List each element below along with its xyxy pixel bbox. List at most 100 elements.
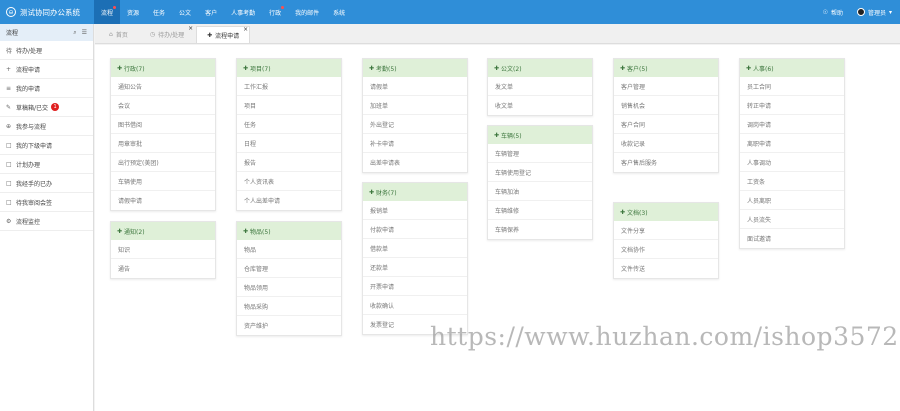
topnav-item-7[interactable]: 我的邮件: [288, 0, 326, 24]
close-icon[interactable]: ×: [188, 25, 193, 32]
process-link[interactable]: 人事调动: [740, 153, 844, 172]
process-link[interactable]: 开票申请: [363, 277, 467, 296]
topnav-item-4[interactable]: 客户: [198, 0, 224, 24]
menu-icon[interactable]: ☰: [82, 29, 87, 37]
process-link[interactable]: 报告: [237, 153, 341, 172]
category-card-8: ✚ 财务(7) 报销单 付款申请 借款单 还款单 开票申请 收款确认 发票登记: [362, 182, 468, 335]
process-link[interactable]: 项目: [237, 96, 341, 115]
topnav-item-1[interactable]: 资源: [120, 0, 146, 24]
sidebar-item-label: 我的下级申请: [16, 142, 53, 150]
process-link[interactable]: 仓库管理: [237, 259, 341, 278]
process-link[interactable]: 付款申请: [363, 220, 467, 239]
process-link[interactable]: 发文单: [488, 77, 592, 96]
process-link[interactable]: 请假单: [363, 77, 467, 96]
process-link[interactable]: 出差申请表: [363, 153, 467, 172]
process-link[interactable]: 收款确认: [363, 296, 467, 315]
process-link[interactable]: 面试邀请: [740, 229, 844, 248]
process-link[interactable]: 个人资讯表: [237, 172, 341, 191]
process-link[interactable]: 请假申请: [111, 191, 215, 210]
process-link[interactable]: 还款单: [363, 258, 467, 277]
app-brand[interactable]: ⊖ 测试协同办公系统: [0, 7, 94, 18]
top-right-tools: ☉ 帮助 管理员 ▾: [823, 0, 892, 24]
plus-icon: ✚: [369, 188, 375, 196]
process-link[interactable]: 个人出差申请: [237, 191, 341, 210]
topnav-item-5[interactable]: 人事考勤: [224, 0, 262, 24]
process-link[interactable]: 会议: [111, 96, 215, 115]
process-link[interactable]: 销售机会: [614, 96, 718, 115]
close-icon[interactable]: ×: [243, 26, 248, 33]
process-link[interactable]: 人员离职: [740, 191, 844, 210]
process-link[interactable]: 日程: [237, 134, 341, 153]
help-link[interactable]: ☉ 帮助: [823, 8, 843, 17]
sidebar-item-6[interactable]: □ 计划办理: [0, 155, 93, 174]
process-link[interactable]: 通知公告: [111, 77, 215, 96]
search-icon[interactable]: ⌕: [73, 29, 76, 37]
process-link[interactable]: 任务: [237, 115, 341, 134]
sidebar-item-icon: 待: [6, 47, 13, 55]
process-link[interactable]: 车辆使用登记: [488, 163, 592, 182]
topnav-item-8[interactable]: 系统: [326, 0, 352, 24]
process-link[interactable]: 文件分享: [614, 221, 718, 240]
process-link[interactable]: 文件传送: [614, 259, 718, 278]
process-link[interactable]: 工资条: [740, 172, 844, 191]
process-link[interactable]: 人员流失: [740, 210, 844, 229]
process-link[interactable]: 通告: [111, 259, 215, 278]
process-link[interactable]: 收款记录: [614, 134, 718, 153]
sidebar-item-8[interactable]: □ 待我审阅会签: [0, 193, 93, 212]
sidebar-item-9[interactable]: ⚙ 流程监控: [0, 212, 93, 231]
top-navigation: 流程 资源 任务 公文 客户 人事考勤 行政 我的邮件 系统: [94, 0, 352, 24]
topnav-item-2[interactable]: 任务: [146, 0, 172, 24]
sidebar-item-1[interactable]: + 流程申请: [0, 60, 93, 79]
sidebar-item-icon: □: [6, 198, 12, 206]
process-link[interactable]: 报销单: [363, 201, 467, 220]
tab-0[interactable]: ⌂ 首页: [99, 26, 138, 43]
process-link[interactable]: 客户管理: [614, 77, 718, 96]
process-link[interactable]: 外出登记: [363, 115, 467, 134]
plus-icon: ✚: [494, 131, 500, 139]
topnav-item-0[interactable]: 流程: [94, 0, 121, 24]
sidebar-item-0[interactable]: 待待办/处理: [0, 41, 93, 60]
process-link[interactable]: 补卡申请: [363, 134, 467, 153]
process-link[interactable]: 物品采购: [237, 297, 341, 316]
process-link[interactable]: 车辆使用: [111, 172, 215, 191]
process-link[interactable]: 转正申请: [740, 96, 844, 115]
category-title: 物品(5): [250, 228, 271, 236]
tab-1[interactable]: ◷ 待办/处理 ×: [140, 25, 194, 43]
process-link[interactable]: 客户售后服务: [614, 153, 718, 172]
sidebar-item-3[interactable]: ✎ 草稿箱/已交 1: [0, 98, 93, 117]
sidebar-item-5[interactable]: □ 我的下级申请: [0, 136, 93, 155]
process-link[interactable]: 车辆保养: [488, 220, 592, 239]
process-link[interactable]: 客户合同: [614, 115, 718, 134]
process-link[interactable]: 工作汇报: [237, 77, 341, 96]
sidebar-item-4[interactable]: ⊕ 我参与流程: [0, 117, 93, 136]
process-link[interactable]: 文档协作: [614, 240, 718, 259]
process-link[interactable]: 资产维护: [237, 316, 341, 335]
sidebar-item-7[interactable]: □ 我经手的已办: [0, 174, 93, 193]
process-link[interactable]: 知识: [111, 240, 215, 259]
topnav-item-6[interactable]: 行政: [262, 0, 288, 24]
user-menu[interactable]: 管理员 ▾: [856, 8, 892, 17]
tab-icon: ◷: [149, 31, 156, 38]
process-link[interactable]: 用章审批: [111, 134, 215, 153]
process-link[interactable]: 出行预定(美团): [111, 153, 215, 172]
process-link[interactable]: 借款单: [363, 239, 467, 258]
topnav-item-3[interactable]: 公文: [172, 0, 198, 24]
process-link[interactable]: 调岗申请: [740, 115, 844, 134]
topnav-label: 系统: [333, 9, 346, 17]
process-link[interactable]: 车辆维修: [488, 201, 592, 220]
tab-2[interactable]: ✚ 流程申请 ×: [196, 26, 251, 43]
plus-icon: ✚: [494, 64, 500, 72]
process-link[interactable]: 收文单: [488, 96, 592, 115]
process-link[interactable]: 物品领用: [237, 278, 341, 297]
process-link[interactable]: 车辆管理: [488, 144, 592, 163]
process-link[interactable]: 图书借阅: [111, 115, 215, 134]
process-link[interactable]: 车辆加油: [488, 182, 592, 201]
process-link[interactable]: 物品: [237, 240, 341, 259]
category-card-7: ✚ 物品(5) 物品 仓库管理 物品领用 物品采购 资产维护: [236, 221, 342, 336]
process-link[interactable]: 员工合同: [740, 77, 844, 96]
sidebar-item-2[interactable]: ≡ 我的申请: [0, 79, 93, 98]
process-link[interactable]: 加班单: [363, 96, 467, 115]
process-link[interactable]: 离职申请: [740, 134, 844, 153]
category-card-header: ✚ 项目(7): [237, 59, 341, 77]
category-card-header: ✚ 车辆(5): [488, 126, 592, 144]
